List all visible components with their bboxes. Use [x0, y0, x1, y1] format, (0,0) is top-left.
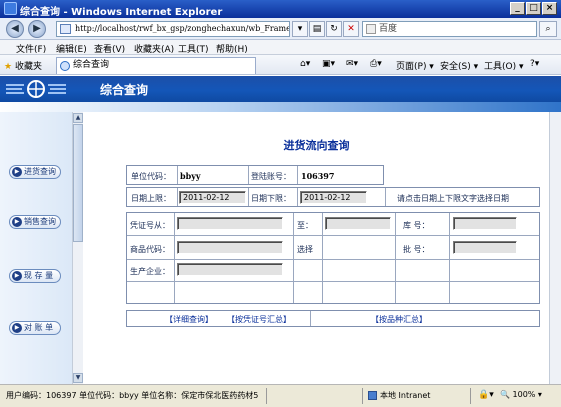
- warehouse-input[interactable]: [453, 217, 517, 230]
- menu-favorites[interactable]: 收藏夹(A): [134, 42, 174, 55]
- ie-icon: [4, 2, 17, 15]
- scroll-thumb[interactable]: [73, 124, 83, 242]
- security-zone[interactable]: 本地 Intranet: [368, 390, 430, 401]
- search-input[interactable]: 百度: [362, 21, 537, 37]
- nav-purchase-query[interactable]: ▶ 进货查询: [9, 165, 61, 179]
- globe-logo-icon: [6, 80, 66, 98]
- ie-tab-icon: [60, 61, 70, 71]
- page-title: 进货流向查询: [283, 139, 350, 152]
- mail-icon[interactable]: ✉▾: [346, 59, 358, 69]
- print-icon[interactable]: ⎙▾: [370, 59, 382, 69]
- unit-code-value: bbyy: [180, 171, 201, 181]
- play-icon: ▶: [12, 323, 22, 333]
- window-title: 综合查询 - Windows Internet Explorer: [20, 7, 223, 18]
- feeds-icon[interactable]: ▣▾: [322, 59, 335, 69]
- window-titlebar: 综合查询 - Windows Internet Explorer _ □ ×: [0, 0, 561, 18]
- tools-menu[interactable]: 工具(O) ▾: [484, 59, 524, 72]
- scroll-up-icon[interactable]: ▲: [73, 113, 83, 123]
- menu-tools[interactable]: 工具(T): [178, 42, 209, 55]
- maximize-button[interactable]: □: [526, 2, 541, 15]
- summary-by-product-link[interactable]: 【按品种汇总】: [371, 314, 427, 325]
- safety-menu[interactable]: 安全(S) ▾: [440, 59, 478, 72]
- account-info-table: 单位代码： bbyy 登陆账号： 106397: [126, 165, 384, 185]
- menu-bar: 文件(F) 编辑(E) 查看(V) 收藏夹(A) 工具(T) 帮助(H): [0, 40, 561, 55]
- menu-help[interactable]: 帮助(H): [216, 42, 248, 55]
- address-bar: ◀ ▶ http://localhost/rwf_bx_gsp/zonghech…: [0, 18, 561, 40]
- voucher-from-label: 凭证号从：: [130, 221, 170, 230]
- manufacturer-input[interactable]: [177, 263, 283, 276]
- play-icon: ▶: [12, 167, 22, 177]
- query-criteria-table: 凭证号从： 至： 库 号： 商品代码： 选择 批 号： 生产企业：: [126, 212, 540, 304]
- url-text: http://localhost/rwf_bx_gsp/zonghechaxun…: [75, 24, 290, 33]
- product-code-input[interactable]: [177, 241, 283, 254]
- nav-sales-query[interactable]: ▶ 销售查询: [9, 215, 61, 229]
- back-button[interactable]: ◀: [6, 20, 24, 38]
- manufacturer-label: 生产企业：: [130, 267, 170, 276]
- app-banner: 综合查询: [0, 76, 561, 102]
- app-title: 综合查询: [100, 83, 149, 97]
- left-nav: ▶ 进货查询 ▶ 销售查询 ▶ 现 存 量 ▶ 对 账 单: [0, 112, 72, 384]
- left-scrollbar[interactable]: ▲ ▼: [72, 112, 83, 384]
- voucher-to-input[interactable]: [325, 217, 391, 230]
- menu-view[interactable]: 查看(V): [94, 42, 125, 55]
- summary-by-voucher-link[interactable]: 【按凭证号汇总】: [227, 314, 291, 325]
- status-text: 用户编码：106397 单位代码：bbyy 单位名称：保定市保北医药药材5: [6, 391, 259, 400]
- select-product-link[interactable]: 选择: [297, 244, 313, 255]
- voucher-to-label: 至：: [297, 221, 313, 230]
- play-icon: ▶: [12, 217, 22, 227]
- menu-edit[interactable]: 编辑(E): [56, 42, 87, 55]
- help-icon[interactable]: ?▾: [530, 59, 539, 69]
- login-no-label: 登陆账号：: [251, 172, 291, 181]
- refresh-icon[interactable]: ↻: [326, 21, 342, 37]
- detail-query-link[interactable]: 【详细查询】: [165, 314, 213, 325]
- page-menu[interactable]: 页面(P) ▾: [396, 59, 434, 72]
- tab-title: 综合查询: [73, 60, 110, 70]
- product-code-label: 商品代码：: [130, 245, 170, 254]
- date-range-table: 日期上限： 2011-02-12 日期下限： 2011-02-12 请点击日期上…: [126, 187, 540, 207]
- status-bar: 用户编码：106397 单位代码：bbyy 单位名称：保定市保北医药药材5 本地…: [0, 384, 561, 407]
- star-icon: ★: [4, 62, 13, 72]
- right-scrollbar[interactable]: [549, 112, 561, 384]
- search-provider-icon: [366, 24, 376, 34]
- menu-file[interactable]: 文件(F): [16, 42, 46, 55]
- tab-current[interactable]: 综合查询: [56, 57, 256, 74]
- home-icon[interactable]: ⌂▾: [300, 59, 310, 69]
- date-upper-input[interactable]: 2011-02-12: [179, 191, 246, 204]
- search-icon[interactable]: ⌕: [539, 21, 557, 37]
- page-icon: [60, 24, 71, 34]
- search-placeholder: 百度: [379, 24, 398, 34]
- unit-code-label: 单位代码：: [131, 172, 171, 181]
- nav-reconciliation[interactable]: ▶ 对 账 单: [9, 321, 61, 335]
- intranet-icon: [368, 391, 377, 400]
- play-icon: ▶: [12, 271, 22, 281]
- date-upper-label[interactable]: 日期上限：: [131, 193, 171, 204]
- banner-divider: [0, 102, 561, 112]
- compat-icon[interactable]: ▤: [309, 21, 325, 37]
- warehouse-label: 库 号：: [403, 221, 430, 230]
- batch-input[interactable]: [453, 241, 517, 254]
- voucher-from-input[interactable]: [177, 217, 283, 230]
- close-button[interactable]: ×: [542, 2, 557, 15]
- stop-icon[interactable]: ✕: [343, 21, 359, 37]
- favorites-bar: ★ 收藏夹 综合查询 ⌂▾ ▣▾ ✉▾ ⎙▾ 页面(P) ▾ 安全(S) ▾ 工…: [0, 55, 561, 75]
- forward-button[interactable]: ▶: [28, 20, 46, 38]
- nav-stock-on-hand[interactable]: ▶ 现 存 量: [9, 269, 61, 283]
- url-input[interactable]: http://localhost/rwf_bx_gsp/zonghechaxun…: [56, 21, 290, 37]
- protected-mode-icon[interactable]: 🔒▾: [478, 390, 494, 400]
- zoom-control[interactable]: 🔍 100% ▾: [500, 390, 542, 399]
- scroll-down-icon[interactable]: ▼: [73, 373, 83, 383]
- date-lower-label[interactable]: 日期下限：: [251, 193, 291, 204]
- favorites-button[interactable]: ★ 收藏夹: [4, 59, 42, 72]
- url-dropdown-icon[interactable]: ▾: [292, 21, 308, 37]
- login-no-value: 106397: [301, 171, 335, 181]
- date-hint: 请点击日期上下限文字选择日期: [397, 194, 509, 203]
- minimize-button[interactable]: _: [510, 2, 525, 15]
- date-lower-input[interactable]: 2011-02-12: [300, 191, 367, 204]
- batch-label: 批 号：: [403, 245, 430, 254]
- actions-table: 【详细查询】 【按凭证号汇总】 【按品种汇总】: [126, 310, 540, 327]
